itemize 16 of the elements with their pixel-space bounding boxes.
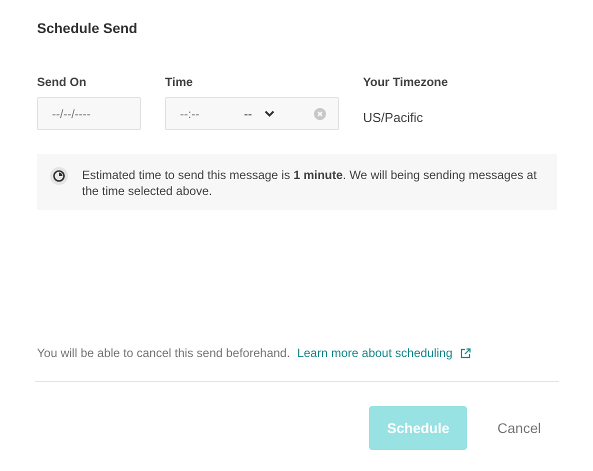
field-label: Send On [37,75,88,89]
dialog-title: Schedule Send [37,20,138,36]
learn-more-link[interactable]: Learn more about scheduling [297,346,453,360]
timezone-value: US/Pacific [363,110,424,125]
external-link-icon[interactable] [460,348,471,358]
time-field[interactable]: --:-- -- [165,97,339,130]
date-field[interactable]: --/--/---- [37,97,141,130]
field-label: Time [165,75,194,89]
period-select[interactable]: -- [244,106,275,120]
time-input[interactable]: --:-- [180,106,230,120]
field-label: Your Timezone [363,75,448,89]
cancel-button[interactable]: Cancel [497,406,541,450]
clock-icon [50,167,68,185]
chevron-down-icon [264,110,275,118]
cancel-note: You will be able to cancel this send beforehand. [37,346,290,360]
info-text: Estimated time to send this message is 1 minute. We will being sending messages at the time selected above. [82,167,538,199]
